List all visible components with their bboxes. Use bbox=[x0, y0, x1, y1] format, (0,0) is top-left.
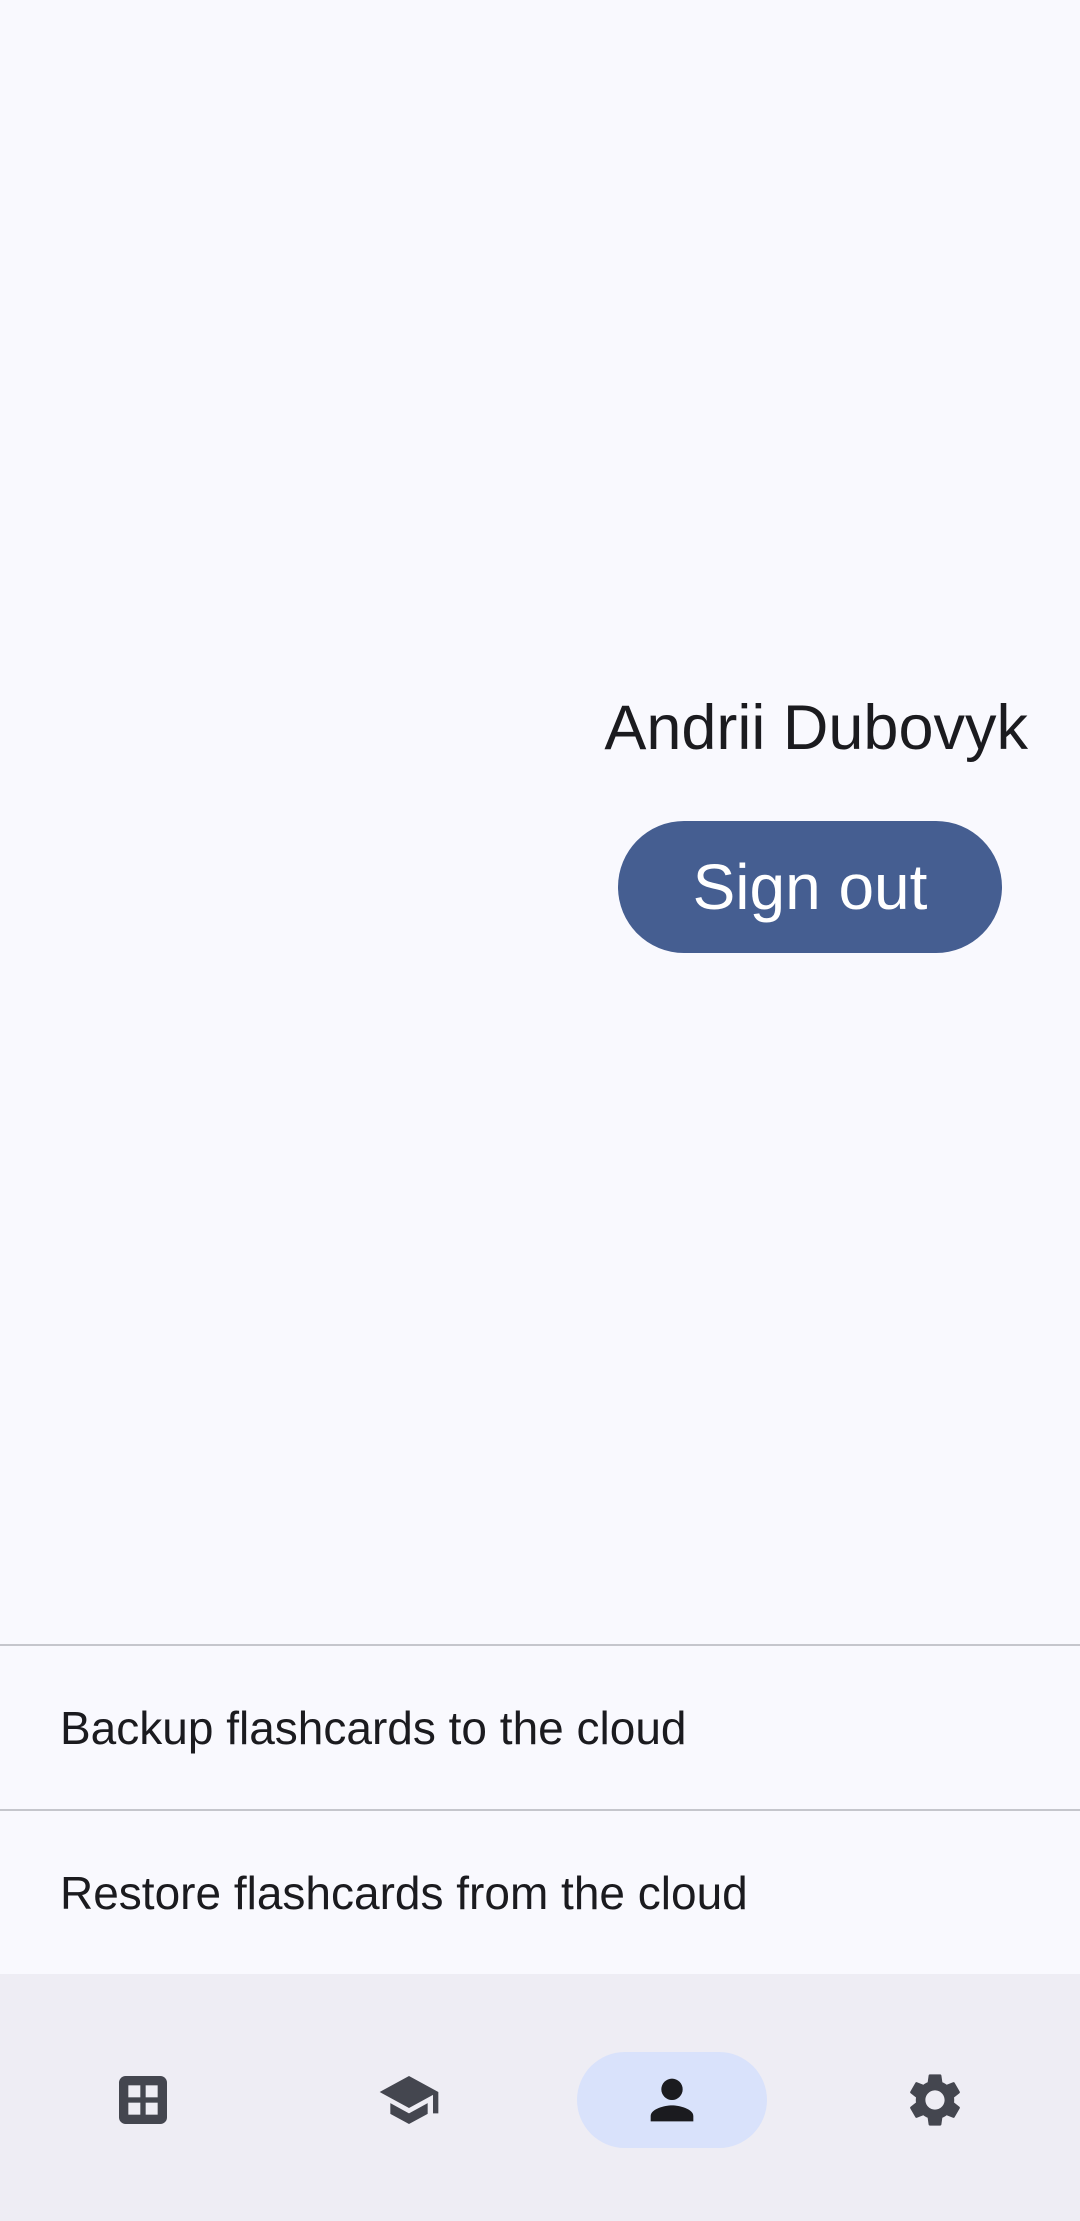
profile-section: Andrii Dubovyk Sign out bbox=[604, 690, 1028, 953]
nav-item-learn[interactable] bbox=[314, 2052, 504, 2148]
backup-flashcards-item[interactable]: Backup flashcards to the cloud bbox=[0, 1646, 1080, 1809]
gear-icon bbox=[910, 2074, 960, 2126]
restore-flashcards-item[interactable]: Restore flashcards from the cloud bbox=[0, 1811, 1080, 1974]
bottom-navigation-bar bbox=[0, 1974, 1080, 2221]
dashboard-icon bbox=[119, 2076, 167, 2124]
nav-item-dashboard[interactable] bbox=[48, 2052, 238, 2148]
school-icon bbox=[379, 2076, 439, 2124]
nav-item-profile[interactable] bbox=[577, 2052, 767, 2148]
sign-out-button[interactable]: Sign out bbox=[618, 821, 1002, 953]
cloud-actions-list: Backup flashcards to the cloud Restore f… bbox=[0, 1644, 1080, 1974]
user-name: Andrii Dubovyk bbox=[604, 693, 1028, 763]
nav-item-settings[interactable] bbox=[840, 2052, 1030, 2148]
person-icon bbox=[650, 2078, 694, 2122]
